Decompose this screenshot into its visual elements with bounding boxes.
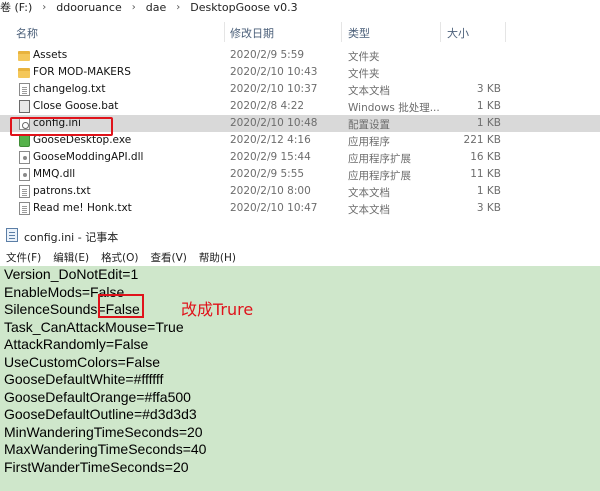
notepad-window: config.ini - 记事本 文件(F) 编辑(E) 格式(O) 查看(V)… xyxy=(0,222,600,491)
file-date: 2020/2/10 10:48 xyxy=(230,117,318,129)
text-line: FirstWanderTimeSeconds=20 xyxy=(4,458,189,475)
column-header-name[interactable]: 名称 xyxy=(16,25,38,41)
notepad-title-bar[interactable]: config.ini - 记事本 xyxy=(0,222,600,248)
file-row[interactable]: Read me! Honk.txt 2020/2/10 10:47 文本文档 3… xyxy=(0,200,600,217)
column-divider[interactable] xyxy=(341,22,342,42)
breadcrumb-current[interactable]: DesktopGoose v0.3 xyxy=(190,1,297,14)
file-name: MMQ.dll xyxy=(33,168,76,180)
file-size: 1 KB xyxy=(476,117,501,129)
column-header-date[interactable]: 修改日期 xyxy=(230,25,274,41)
highlight-box-config-file xyxy=(10,117,113,136)
file-name: GooseModdingAPI.dll xyxy=(33,151,144,163)
file-name: patrons.txt xyxy=(33,185,91,197)
window-title: config.ini - 记事本 xyxy=(24,231,119,244)
text-line: MinWanderingTimeSeconds=20 xyxy=(4,423,203,440)
file-date: 2020/2/9 5:59 xyxy=(230,49,305,61)
text-line: MaxWanderingTimeSeconds=40 xyxy=(4,441,207,457)
folder-icon xyxy=(18,51,30,61)
text-line: GooseDefaultOutline=#d3d3d3 xyxy=(4,406,197,422)
file-size: 3 KB xyxy=(476,202,501,214)
file-size: 11 KB xyxy=(470,168,501,180)
file-date: 2020/2/9 15:44 xyxy=(230,151,311,163)
breadcrumb-folder[interactable]: dae xyxy=(146,1,167,14)
file-date: 2020/2/10 8:00 xyxy=(230,185,311,197)
file-explorer: 卷 (F:) › ddooruance › dae › DesktopGoose… xyxy=(0,0,600,222)
highlight-box-value xyxy=(98,294,144,318)
file-name: FOR MOD-MAKERS xyxy=(33,66,131,78)
file-type: Windows 批处理... xyxy=(348,102,440,114)
dll-file-icon xyxy=(19,168,30,181)
file-row[interactable]: GooseModdingAPI.dll 2020/2/9 15:44 应用程序扩… xyxy=(0,149,600,166)
file-row[interactable]: Assets 2020/2/9 5:59 文件夹 xyxy=(0,47,600,64)
file-row[interactable]: MMQ.dll 2020/2/9 5:55 应用程序扩展 11 KB xyxy=(0,166,600,183)
file-type: 文本文档 xyxy=(348,85,390,97)
file-name: Read me! Honk.txt xyxy=(33,202,132,214)
text-line: AttackRandomly=False xyxy=(4,336,149,352)
text-line: Task_CanAttackMouse=True xyxy=(4,318,184,335)
text-editor[interactable]: Version_DoNotEdit=1 EnableMods=False Sil… xyxy=(0,266,600,491)
menu-help[interactable]: 帮助(H) xyxy=(199,250,236,265)
file-date: 2020/2/10 10:43 xyxy=(230,66,318,78)
menu-view[interactable]: 查看(V) xyxy=(151,250,187,265)
file-row[interactable]: FOR MOD-MAKERS 2020/2/10 10:43 文件夹 xyxy=(0,64,600,81)
chevron-right-icon: › xyxy=(42,1,47,13)
column-headers: 名称 修改日期 类型 大小 xyxy=(0,22,600,42)
folder-icon xyxy=(18,68,30,78)
file-row[interactable]: changelog.txt 2020/2/10 10:37 文本文档 3 KB xyxy=(0,81,600,98)
breadcrumb: 卷 (F:) › ddooruance › dae › DesktopGoose… xyxy=(0,0,600,15)
column-header-size[interactable]: 大小 xyxy=(447,25,469,41)
dll-file-icon xyxy=(19,151,30,164)
file-date: 2020/2/12 4:16 xyxy=(230,134,311,146)
column-divider[interactable] xyxy=(505,22,506,42)
text-line: GooseDefaultWhite=#ffffff xyxy=(4,371,164,387)
text-file-icon xyxy=(19,185,30,198)
file-type: 文件夹 xyxy=(348,68,380,80)
file-date: 2020/2/10 10:47 xyxy=(230,202,318,214)
column-header-type[interactable]: 类型 xyxy=(348,25,370,41)
menu-file[interactable]: 文件(F) xyxy=(6,250,41,265)
menu-edit[interactable]: 编辑(E) xyxy=(53,250,89,265)
menu-format[interactable]: 格式(O) xyxy=(101,250,138,265)
file-row[interactable]: Close Goose.bat 2020/2/8 4:22 Windows 批处… xyxy=(0,98,600,115)
file-type: 文本文档 xyxy=(348,204,390,216)
text-file-icon xyxy=(19,83,30,96)
file-row[interactable]: patrons.txt 2020/2/10 8:00 文本文档 1 KB xyxy=(0,183,600,200)
annotation-text: 改成Trure xyxy=(181,300,254,319)
column-divider[interactable] xyxy=(440,22,441,42)
file-name: Assets xyxy=(33,49,68,61)
menu-bar: 文件(F) 编辑(E) 格式(O) 查看(V) 帮助(H) xyxy=(0,248,600,266)
file-type: 应用程序扩展 xyxy=(348,170,411,182)
file-size: 3 KB xyxy=(476,83,501,95)
file-type: 文本文档 xyxy=(348,187,390,199)
text-file-icon xyxy=(19,202,30,215)
file-name: Close Goose.bat xyxy=(33,100,119,112)
file-type: 应用程序扩展 xyxy=(348,153,411,165)
text-line: GooseDefaultOrange=#ffa500 xyxy=(4,388,191,405)
file-date: 2020/2/10 10:37 xyxy=(230,83,318,95)
file-size: 221 KB xyxy=(463,134,501,146)
breadcrumb-drive[interactable]: 卷 (F:) xyxy=(0,0,32,14)
text-line: Version_DoNotEdit=1 xyxy=(4,266,139,282)
file-size: 1 KB xyxy=(476,185,501,197)
chevron-right-icon: › xyxy=(131,1,136,13)
file-size: 1 KB xyxy=(476,100,501,112)
file-name: changelog.txt xyxy=(33,83,106,95)
notepad-icon xyxy=(6,228,18,242)
file-type: 文件夹 xyxy=(348,51,380,63)
chevron-right-icon: › xyxy=(176,1,181,13)
file-size: 16 KB xyxy=(470,151,501,163)
breadcrumb-folder[interactable]: ddooruance xyxy=(56,1,121,14)
batch-file-icon xyxy=(19,100,30,113)
column-divider[interactable] xyxy=(224,22,225,42)
file-type: 应用程序 xyxy=(348,136,390,148)
file-date: 2020/2/9 5:55 xyxy=(230,168,305,180)
file-type: 配置设置 xyxy=(348,119,390,131)
text-line: UseCustomColors=False xyxy=(4,353,160,370)
file-date: 2020/2/8 4:22 xyxy=(230,100,305,112)
